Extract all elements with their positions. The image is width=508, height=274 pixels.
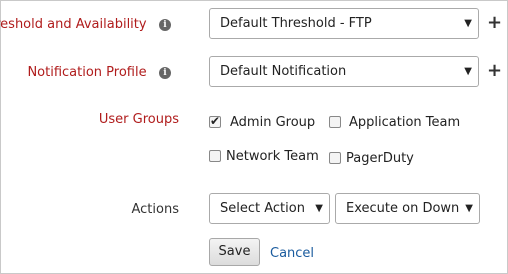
threshold-select[interactable]: Default Threshold - FTP ▼ bbox=[209, 8, 479, 39]
save-button[interactable]: Save bbox=[209, 238, 260, 266]
notification-profile-select[interactable]: Default Notification ▼ bbox=[209, 56, 479, 87]
checkbox-label-application-team: Application Team bbox=[349, 115, 461, 130]
info-icon[interactable]: i bbox=[159, 18, 171, 31]
chevron-down-icon: ▼ bbox=[315, 203, 323, 214]
notification-select-value: Default Notification bbox=[220, 64, 347, 79]
checkbox-network-team[interactable] bbox=[209, 150, 221, 162]
notification-label: Notification Profile i bbox=[27, 65, 171, 80]
trigger-select-value: Execute on Down bbox=[346, 201, 460, 216]
threshold-label: Threshold and Availability i bbox=[0, 17, 171, 32]
info-icon[interactable]: i bbox=[159, 66, 171, 79]
action-select-value: Select Action bbox=[220, 201, 305, 216]
checkbox-pagerduty[interactable] bbox=[329, 152, 341, 164]
add-notification-icon[interactable]: + bbox=[487, 62, 502, 80]
checkbox-label-network-team: Network Team bbox=[226, 149, 319, 164]
notification-label-text: Notification Profile bbox=[27, 65, 147, 80]
monitor-settings-form: Threshold and Availability i Default Thr… bbox=[0, 0, 508, 274]
threshold-label-text: Threshold and Availability bbox=[0, 17, 147, 32]
add-threshold-icon[interactable]: + bbox=[487, 14, 502, 32]
checkbox-label-admin-group: Admin Group bbox=[230, 115, 316, 130]
chevron-down-icon: ▼ bbox=[464, 66, 472, 77]
actions-label: Actions bbox=[131, 202, 180, 217]
action-select[interactable]: Select Action ▼ bbox=[209, 193, 330, 224]
chevron-down-icon: ▼ bbox=[465, 203, 473, 214]
chevron-down-icon: ▼ bbox=[464, 18, 472, 29]
action-trigger-select[interactable]: Execute on Down ▼ bbox=[335, 193, 480, 224]
checkbox-application-team[interactable] bbox=[329, 116, 341, 128]
user-groups-label: User Groups bbox=[98, 112, 179, 127]
checkbox-admin-group[interactable] bbox=[209, 114, 221, 128]
checkbox-label-pagerduty: PagerDuty bbox=[346, 151, 414, 166]
cancel-link[interactable]: Cancel bbox=[270, 246, 314, 261]
threshold-select-value: Default Threshold - FTP bbox=[220, 16, 372, 31]
